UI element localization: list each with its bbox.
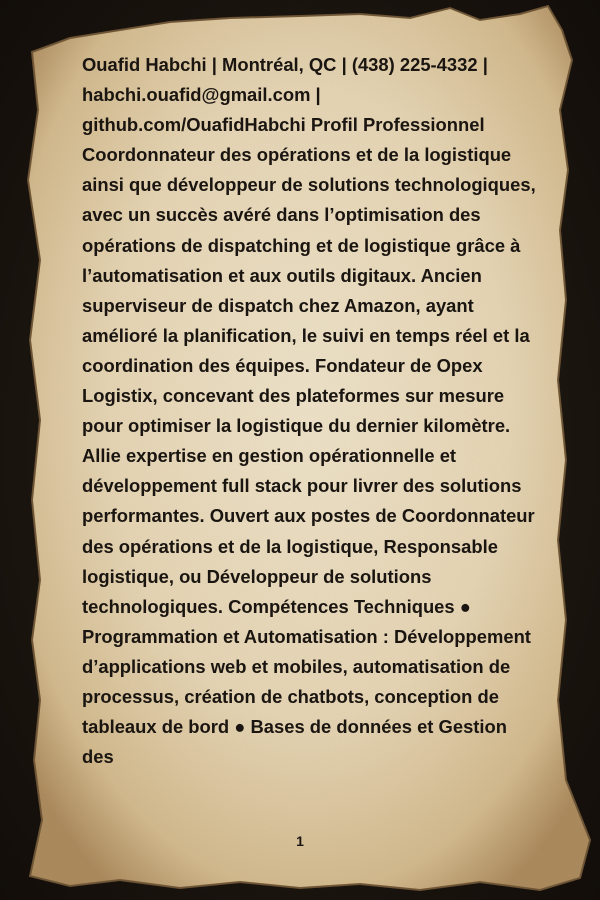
page: Ouafid Habchi | Montréal, QC | (438) 225… [0, 0, 600, 900]
page-number: 1 [296, 833, 304, 849]
document-body-text: Ouafid Habchi | Montréal, QC | (438) 225… [82, 54, 536, 768]
